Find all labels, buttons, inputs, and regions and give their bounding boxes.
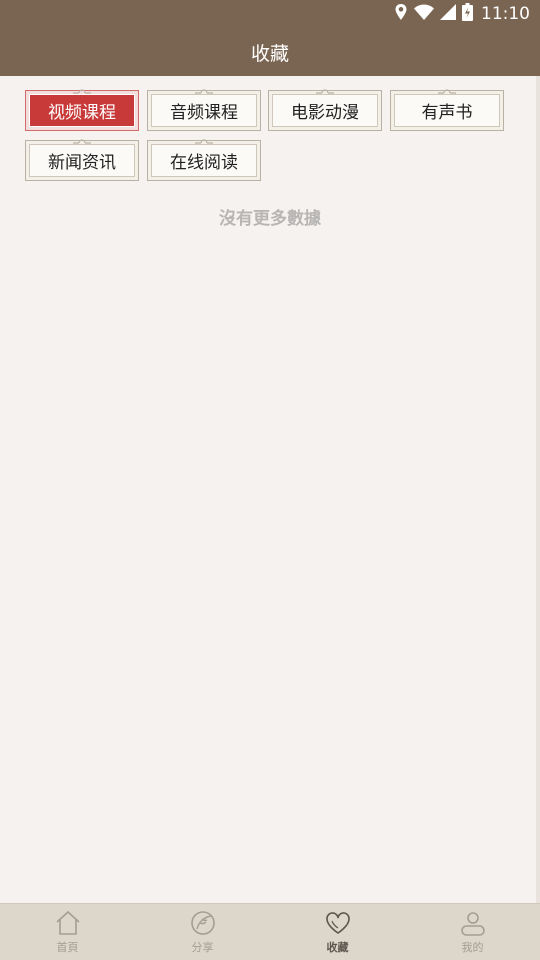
nav-label: 我的 — [461, 941, 484, 954]
nav-home[interactable]: 首頁 — [0, 904, 135, 960]
tab-label: 音频课程 — [151, 94, 257, 127]
battery-charging-icon — [462, 3, 473, 25]
empty-state-message: 沒有更多數據 — [219, 209, 321, 229]
tab-label: 在线阅读 — [151, 144, 257, 177]
app-bar: 11:10 收藏 — [0, 0, 540, 76]
tab-label: 新闻资讯 — [29, 144, 135, 177]
page-title: 收藏 — [250, 42, 289, 65]
nav-label: 首頁 — [56, 941, 79, 954]
nav-label: 收藏 — [326, 941, 349, 954]
tab-video-courses[interactable]: 视频课程 — [25, 89, 139, 131]
tab-label: 电影动漫 — [272, 94, 378, 127]
bottom-nav: 首頁 分享 收藏 我的 — [0, 903, 540, 960]
wifi-icon — [414, 4, 434, 24]
nav-favorites[interactable]: 收藏 — [270, 904, 405, 960]
tab-audiobooks[interactable]: 有声书 — [390, 89, 504, 131]
tab-audio-courses[interactable]: 音频课程 — [147, 89, 261, 131]
location-icon — [394, 4, 408, 24]
nav-label: 分享 — [191, 941, 214, 954]
tab-online-reading[interactable]: 在线阅读 — [147, 139, 261, 181]
share-leaf-icon — [190, 911, 215, 935]
nav-profile[interactable]: 我的 — [405, 904, 540, 960]
scroll-edge — [536, 76, 540, 903]
nav-share[interactable]: 分享 — [135, 904, 270, 960]
profile-icon — [460, 912, 485, 936]
home-icon — [55, 911, 80, 935]
heart-icon — [325, 912, 350, 934]
signal-icon — [440, 4, 456, 24]
status-time: 11:10 — [481, 4, 530, 24]
status-bar: 11:10 — [0, 0, 540, 28]
tab-news[interactable]: 新闻资讯 — [25, 139, 139, 181]
tab-label: 有声书 — [394, 94, 500, 127]
tab-movies-anime[interactable]: 电影动漫 — [268, 89, 382, 131]
tab-label: 视频课程 — [29, 94, 135, 127]
